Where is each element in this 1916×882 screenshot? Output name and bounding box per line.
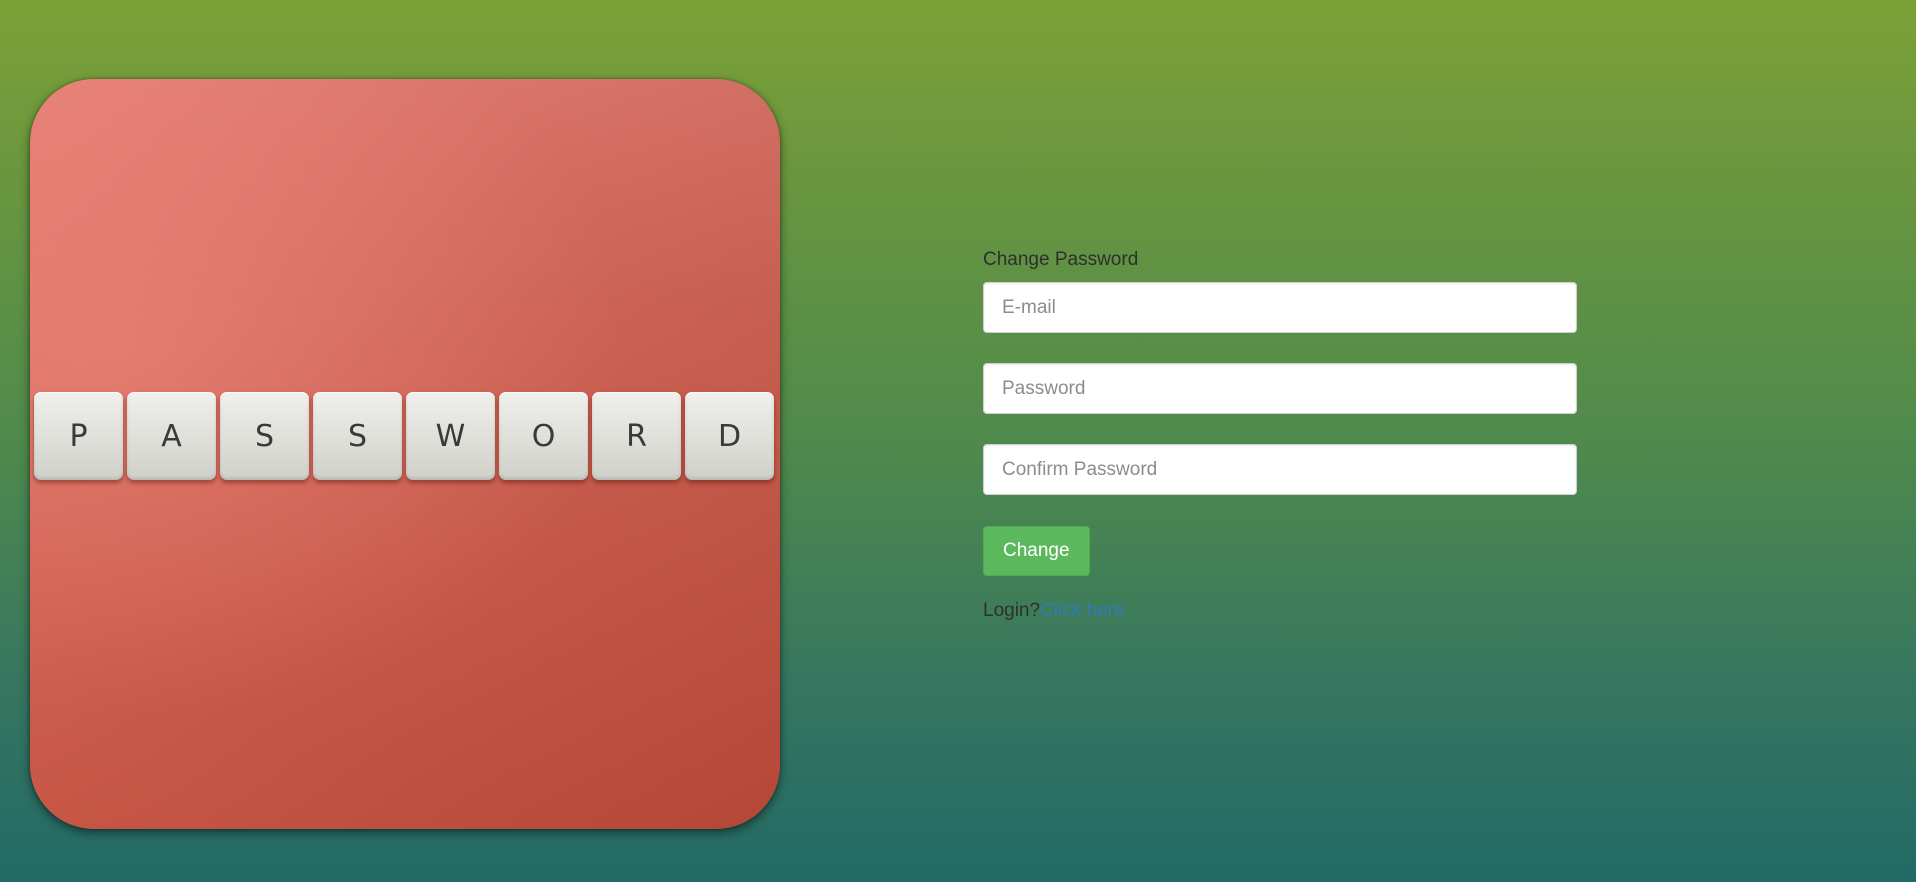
change-button[interactable]: Change bbox=[983, 526, 1090, 576]
password-field[interactable] bbox=[983, 363, 1577, 414]
email-field[interactable] bbox=[983, 282, 1577, 333]
login-prompt: Login? bbox=[983, 600, 1041, 621]
confirm-password-field[interactable] bbox=[983, 444, 1577, 495]
keycap: S bbox=[313, 392, 402, 480]
keycap: R bbox=[592, 392, 681, 480]
change-password-form: Change Password Change Login?Click here bbox=[983, 248, 1577, 622]
form-title: Change Password bbox=[983, 249, 1139, 270]
password-keys-image: P A S S W O R D bbox=[30, 79, 780, 829]
keycap-row: P A S S W O R D bbox=[34, 392, 774, 480]
keycap: O bbox=[499, 392, 588, 480]
keycap: P bbox=[34, 392, 123, 480]
keycap: S bbox=[220, 392, 309, 480]
keycap: A bbox=[127, 392, 216, 480]
login-link[interactable]: Click here bbox=[1040, 600, 1124, 621]
login-line: Login?Click here bbox=[983, 600, 1577, 622]
keycap: W bbox=[406, 392, 495, 480]
keycap: D bbox=[685, 392, 774, 480]
